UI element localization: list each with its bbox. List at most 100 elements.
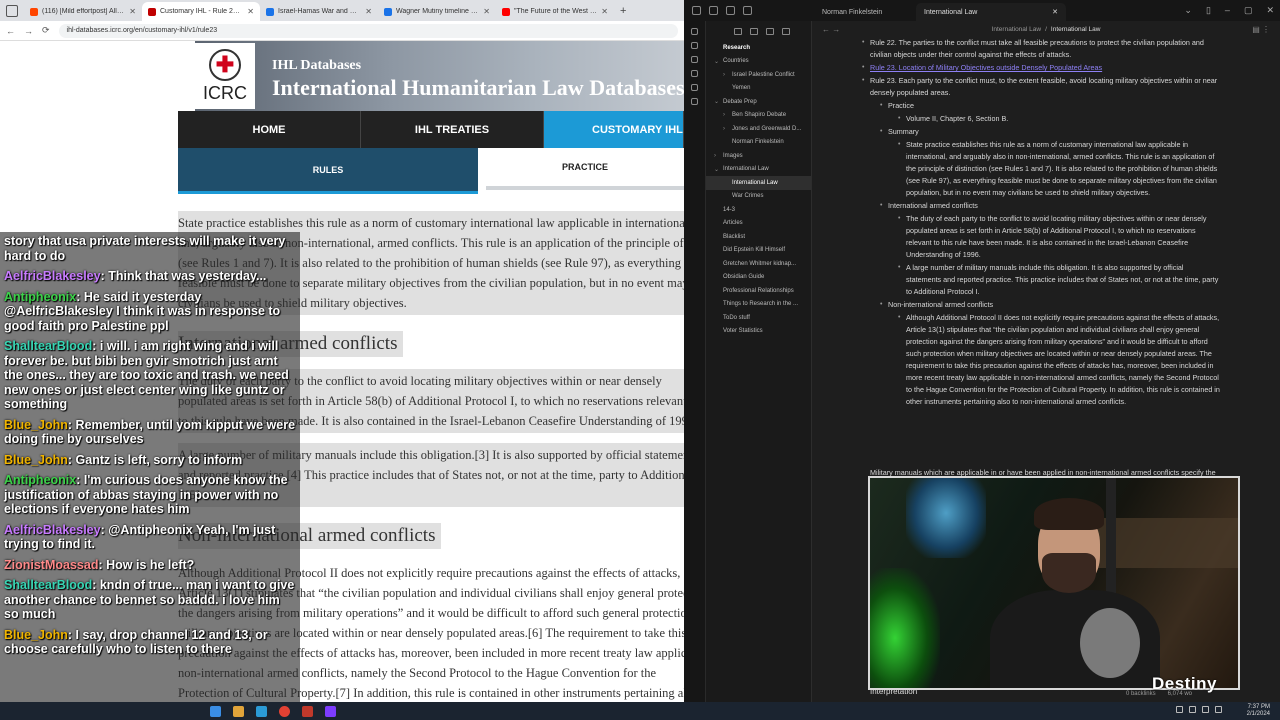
url-input[interactable]: ihl-databases.icrc.org/en/customary-ihl/…	[58, 23, 678, 38]
note-bullet[interactable]: • Non-international armed conflicts	[880, 299, 1220, 311]
sidebar-toggle-icon[interactable]	[692, 6, 701, 15]
calendar-icon[interactable]	[691, 56, 698, 63]
sidebar-right-icon[interactable]: ▯	[1206, 5, 1211, 16]
bookmark-icon[interactable]	[743, 6, 752, 15]
note-bullet[interactable]: • Rule 22. The parties to the conflict mu…	[862, 37, 1220, 61]
new-folder-icon[interactable]	[750, 27, 758, 35]
new-tab-button[interactable]: +	[620, 5, 626, 17]
bullet-icon[interactable]: •	[862, 75, 864, 87]
bullet-icon[interactable]: •	[898, 139, 900, 151]
volume-icon[interactable]	[1202, 706, 1209, 713]
graph-icon[interactable]	[691, 28, 698, 35]
note-bullet[interactable]: • Volume II, Chapter 6, Section B.	[898, 113, 1220, 125]
sidebar-item[interactable]: › Jones and Greenwald D...	[706, 122, 811, 136]
sidebar-item[interactable]: › Israel Palestine Conflict	[706, 68, 811, 82]
bullet-icon[interactable]: •	[862, 37, 864, 49]
tab-international-law[interactable]: International Law ✕	[916, 3, 1066, 21]
note-bullet[interactable]: • Although Additional Protocol II does no…	[898, 312, 1220, 408]
nav-customary-ihl[interactable]: CUSTOMARY IHL	[544, 111, 684, 148]
back-icon[interactable]: ←	[6, 26, 15, 36]
minimize-icon[interactable]: –	[1225, 5, 1230, 16]
close-tab-icon[interactable]: ✕	[247, 7, 254, 16]
sort-icon[interactable]	[766, 27, 774, 35]
network-icon[interactable]	[1189, 706, 1196, 713]
more-options-icon[interactable]: ▤ ⋮	[1252, 25, 1270, 34]
note-bullet[interactable]: • A large number of military manuals incl…	[898, 262, 1220, 298]
terminal-icon[interactable]	[691, 84, 698, 91]
maximize-icon[interactable]: ▢	[1244, 5, 1253, 16]
tab-rules[interactable]: RULES	[178, 148, 478, 194]
reload-icon[interactable]: ⟳	[42, 25, 50, 36]
nav-home[interactable]: HOME	[178, 111, 361, 148]
bullet-icon[interactable]: •	[898, 113, 900, 125]
file-explorer-icon[interactable]	[233, 705, 244, 717]
obsidian-icon[interactable]	[325, 705, 336, 717]
sidebar-item[interactable]: War Crimes	[706, 190, 811, 204]
files-icon[interactable]	[709, 6, 718, 15]
tab-actions-icon[interactable]	[6, 5, 18, 17]
note-bullet[interactable]: • Practice	[880, 100, 1220, 112]
chat-username[interactable]: AelfricBlakesley	[4, 269, 101, 283]
note-bullet[interactable]: • Rule 23. Each party to the conflict mus…	[862, 75, 1220, 99]
store-icon[interactable]	[256, 705, 267, 717]
bullet-icon[interactable]: •	[880, 200, 882, 212]
close-tab-icon[interactable]: ✕	[129, 7, 136, 16]
sidebar-item[interactable]: Norman Finkelstein	[706, 136, 811, 150]
note-bullet[interactable]: • International armed conflicts	[880, 200, 1220, 212]
canvas-icon[interactable]	[691, 42, 698, 49]
chat-username[interactable]: ShalltearBlood	[4, 339, 92, 353]
search-icon[interactable]	[726, 6, 735, 15]
clock[interactable]: 7:37 PM 2/1/2024	[1247, 704, 1270, 718]
sidebar-item[interactable]: Blacklist	[706, 230, 811, 244]
chat-username[interactable]: ZionistMoassad	[4, 558, 98, 572]
collapse-icon[interactable]	[782, 27, 790, 35]
chat-username[interactable]: Antipheonix	[4, 473, 76, 487]
browser-tab[interactable]: (116) [Mild effortpost] All relev ✕	[24, 2, 142, 21]
close-window-icon[interactable]: ✕	[1266, 5, 1274, 16]
note-bullet[interactable]: • Summary	[880, 126, 1220, 138]
sidebar-item[interactable]: › Images	[706, 149, 811, 163]
bullet-icon[interactable]: •	[880, 126, 882, 138]
chevron-up-icon[interactable]	[1176, 706, 1183, 713]
bullet-icon[interactable]: •	[880, 100, 882, 112]
breadcrumb-folder[interactable]: International Law	[992, 26, 1042, 33]
sidebar-item[interactable]: Voter Statistics	[706, 325, 811, 339]
chat-username[interactable]: ShalltearBlood	[4, 578, 92, 592]
sidebar-item[interactable]: Yemen	[706, 82, 811, 96]
note-bullet[interactable]: • The duty of each party to the conflict …	[898, 213, 1220, 261]
sidebar-item[interactable]: 14-3	[706, 203, 811, 217]
browser-tab[interactable]: Israel-Hamas War and Middle E ✕	[260, 2, 378, 21]
back-icon[interactable]: ← →	[822, 25, 840, 34]
sidebar-item[interactable]: Articles	[706, 217, 811, 231]
note-bullet[interactable]: • State practice establishes this rule as…	[898, 139, 1220, 199]
chat-username[interactable]: Antipheonix	[4, 290, 76, 304]
new-note-icon[interactable]	[734, 27, 742, 35]
sidebar-item[interactable]: › Ben Shapiro Debate	[706, 109, 811, 123]
sidebar-item[interactable]: Professional Relationships	[706, 284, 811, 298]
bullet-icon[interactable]: •	[880, 299, 882, 311]
note-content[interactable]: • Rule 22. The parties to the conflict mu…	[862, 37, 1220, 409]
sidebar-item[interactable]: International Law	[706, 176, 811, 190]
app-icon[interactable]	[302, 705, 313, 717]
browser-tab[interactable]: "The Future of the West Bank" ✕	[496, 2, 614, 21]
note-bullet[interactable]: • Rule 23. Location of Military Objective…	[862, 62, 1220, 74]
sidebar-item[interactable]: ⌄ International Law	[706, 163, 811, 177]
windows-start-icon[interactable]	[210, 705, 221, 717]
battery-icon[interactable]	[1215, 706, 1222, 713]
chat-username[interactable]: AelfricBlakesley	[4, 523, 101, 537]
sidebar-item[interactable]: ⌄ Debate Prep	[706, 95, 811, 109]
bullet-icon[interactable]: •	[898, 262, 900, 274]
bullet-icon[interactable]: •	[862, 62, 864, 74]
sidebar-item[interactable]: Obsidian Guide	[706, 271, 811, 285]
sidebar-item[interactable]: ToDo stuff	[706, 311, 811, 325]
template-icon[interactable]	[691, 70, 698, 77]
tab-practice[interactable]: PRACTICE	[486, 148, 684, 190]
browser-tab[interactable]: Wagner Mutiny timeline - Goog ✕	[378, 2, 496, 21]
browser-tab[interactable]: Customary IHL - Rule 23. Locat ✕	[142, 2, 260, 21]
chevron-down-icon[interactable]: ⌄	[1184, 5, 1192, 16]
sidebar-item[interactable]: Gretchen Whitmer kidnap...	[706, 257, 811, 271]
nav-ihl-treaties[interactable]: IHL TREATIES	[361, 111, 544, 148]
chrome-icon[interactable]	[279, 705, 290, 717]
chat-username[interactable]: Blue_John	[4, 453, 68, 467]
publish-icon[interactable]	[691, 98, 698, 105]
